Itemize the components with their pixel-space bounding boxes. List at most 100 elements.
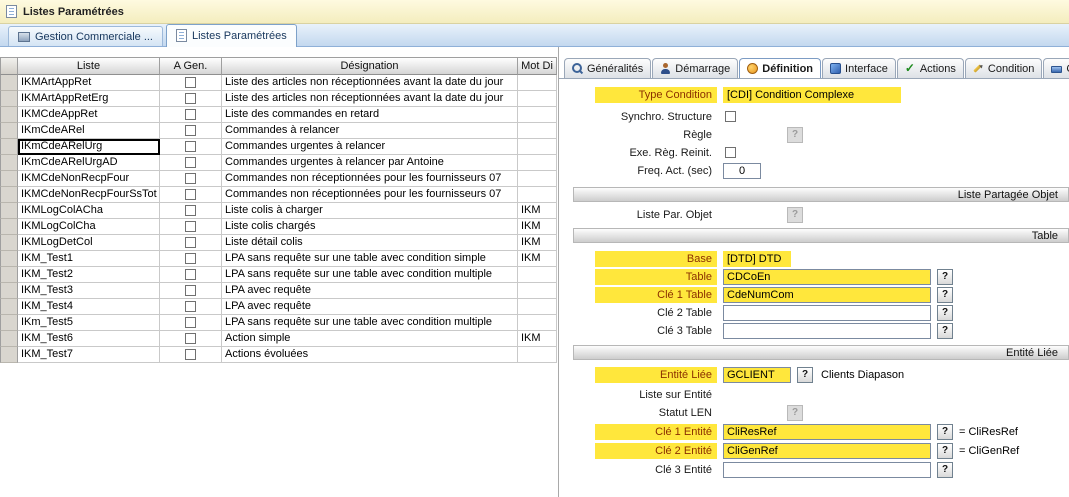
cell-designation[interactable]: Liste des articles non réceptionnées ava… — [222, 75, 518, 91]
cell-mot-directeur[interactable] — [518, 283, 557, 299]
row-selector[interactable] — [0, 315, 18, 331]
tab-definition[interactable]: Définition — [739, 58, 821, 78]
cell-mot-directeur[interactable]: IKM — [518, 235, 557, 251]
column-header-a-gen[interactable]: A Gen. — [160, 57, 222, 75]
a-gen-checkbox[interactable] — [185, 173, 196, 184]
cell-mot-directeur[interactable] — [518, 91, 557, 107]
cell-liste[interactable]: IKMCdeNonRecpFour — [18, 171, 160, 187]
cell-designation[interactable]: Liste des commandes en retard — [222, 107, 518, 123]
cell-a-gen[interactable] — [160, 299, 222, 315]
a-gen-checkbox[interactable] — [185, 93, 196, 104]
a-gen-checkbox[interactable] — [185, 77, 196, 88]
a-gen-checkbox[interactable] — [185, 253, 196, 264]
cell-liste[interactable]: IKmCdeARelUrgAD — [18, 155, 160, 171]
a-gen-checkbox[interactable] — [185, 141, 196, 152]
row-selector[interactable] — [0, 219, 18, 235]
cell-mot-directeur[interactable]: IKM — [518, 219, 557, 235]
a-gen-checkbox[interactable] — [185, 333, 196, 344]
cell-a-gen[interactable] — [160, 267, 222, 283]
header-row-selector[interactable] — [0, 57, 18, 75]
table-row[interactable]: IKM_Test2 LPA sans requête sur une table… — [0, 267, 557, 283]
table-row[interactable]: IKMLogDetCol Liste détail colis IKM — [0, 235, 557, 251]
row-selector[interactable] — [0, 107, 18, 123]
cell-designation[interactable]: Action simple — [222, 331, 518, 347]
table-row[interactable]: IKM_Test7 Actions évoluées — [0, 347, 557, 363]
cell-mot-directeur[interactable] — [518, 75, 557, 91]
cell-a-gen[interactable] — [160, 219, 222, 235]
table-help-button[interactable]: ? — [937, 269, 953, 285]
cle-3-entite-input[interactable] — [723, 462, 931, 478]
cell-a-gen[interactable] — [160, 75, 222, 91]
cell-a-gen[interactable] — [160, 187, 222, 203]
cell-liste[interactable]: IKMArtAppRetErg — [18, 91, 160, 107]
cle-2-entite-input[interactable] — [723, 443, 931, 459]
row-selector[interactable] — [0, 171, 18, 187]
cell-liste[interactable]: IKMLogColACha — [18, 203, 160, 219]
cell-liste[interactable]: IKMLogDetCol — [18, 235, 160, 251]
row-selector[interactable] — [0, 155, 18, 171]
table-row[interactable]: IKMArtAppRet Liste des articles non réce… — [0, 75, 557, 91]
tab-interface[interactable]: Interface — [822, 58, 896, 78]
cell-designation[interactable]: LPA avec requête — [222, 299, 518, 315]
a-gen-checkbox[interactable] — [185, 269, 196, 280]
cle-1-entite-input[interactable] — [723, 424, 931, 440]
entite-liee-help-button[interactable]: ? — [797, 367, 813, 383]
a-gen-checkbox[interactable] — [185, 317, 196, 328]
a-gen-checkbox[interactable] — [185, 157, 196, 168]
cell-liste[interactable]: IKmCdeARelUrg — [18, 139, 160, 155]
cell-mot-directeur[interactable]: IKM — [518, 251, 557, 267]
a-gen-checkbox[interactable] — [185, 205, 196, 216]
cle-3-entite-help-button[interactable]: ? — [937, 462, 953, 478]
cell-liste[interactable]: IKM_Test1 — [18, 251, 160, 267]
cell-a-gen[interactable] — [160, 283, 222, 299]
cell-mot-directeur[interactable] — [518, 315, 557, 331]
table-row[interactable]: IKM_Test6 Action simple IKM — [0, 331, 557, 347]
cle-3-table-help-button[interactable]: ? — [937, 323, 953, 339]
table-row[interactable]: IKmCdeARelUrgAD Commandes urgentes à rel… — [0, 155, 557, 171]
cell-mot-directeur[interactable] — [518, 347, 557, 363]
cell-mot-directeur[interactable] — [518, 187, 557, 203]
tab-demarrage[interactable]: Démarrage — [652, 58, 738, 78]
cell-mot-directeur[interactable] — [518, 299, 557, 315]
cell-mot-directeur[interactable] — [518, 171, 557, 187]
row-selector[interactable] — [0, 267, 18, 283]
a-gen-checkbox[interactable] — [185, 285, 196, 296]
table-row[interactable]: IKMLogColCha Liste colis chargés IKM — [0, 219, 557, 235]
entite-liee-input[interactable] — [723, 367, 791, 383]
table-input[interactable] — [723, 269, 931, 285]
a-gen-checkbox[interactable] — [185, 189, 196, 200]
cell-designation[interactable]: Commandes urgentes à relancer — [222, 139, 518, 155]
cell-mot-directeur[interactable]: IKM — [518, 331, 557, 347]
table-row[interactable]: IKMLogColACha Liste colis à charger IKM — [0, 203, 557, 219]
freq-act-input[interactable] — [723, 163, 761, 179]
cell-a-gen[interactable] — [160, 155, 222, 171]
cell-designation[interactable]: Commandes à relancer — [222, 123, 518, 139]
column-header-liste[interactable]: Liste — [18, 57, 160, 75]
cell-a-gen[interactable] — [160, 123, 222, 139]
cell-liste[interactable]: IKM_Test7 — [18, 347, 160, 363]
cell-designation[interactable]: Commandes urgentes à relancer par Antoin… — [222, 155, 518, 171]
cell-liste[interactable]: IKMCdeAppRet — [18, 107, 160, 123]
cle-1-entite-help-button[interactable]: ? — [937, 424, 953, 440]
table-row[interactable]: IKm_Test5 LPA sans requête sur une table… — [0, 315, 557, 331]
cle-1-table-help-button[interactable]: ? — [937, 287, 953, 303]
row-selector[interactable] — [0, 235, 18, 251]
table-row[interactable]: IKM_Test4 LPA avec requête — [0, 299, 557, 315]
cell-designation[interactable]: Liste colis à charger — [222, 203, 518, 219]
cell-liste[interactable]: IKmCdeARel — [18, 123, 160, 139]
cell-designation[interactable]: Commandes non réceptionnées pour les fou… — [222, 171, 518, 187]
table-row[interactable]: IKMArtAppRetErg Liste des articles non r… — [0, 91, 557, 107]
cell-designation[interactable]: LPA sans requête sur une table avec cond… — [222, 315, 518, 331]
row-selector[interactable] — [0, 75, 18, 91]
cell-liste[interactable]: IKM_Test4 — [18, 299, 160, 315]
cell-a-gen[interactable] — [160, 331, 222, 347]
tab-generalites[interactable]: Généralités — [564, 58, 651, 78]
cle-2-entite-help-button[interactable]: ? — [937, 443, 953, 459]
tab-condition[interactable]: Condition — [965, 58, 1042, 78]
tab-listes-parametrees[interactable]: Listes Paramétrées — [166, 24, 297, 47]
cell-a-gen[interactable] — [160, 171, 222, 187]
a-gen-checkbox[interactable] — [185, 221, 196, 232]
table-row[interactable]: IKmCdeARel Commandes à relancer — [0, 123, 557, 139]
cell-designation[interactable]: LPA sans requête sur une table avec cond… — [222, 267, 518, 283]
row-selector[interactable] — [0, 299, 18, 315]
